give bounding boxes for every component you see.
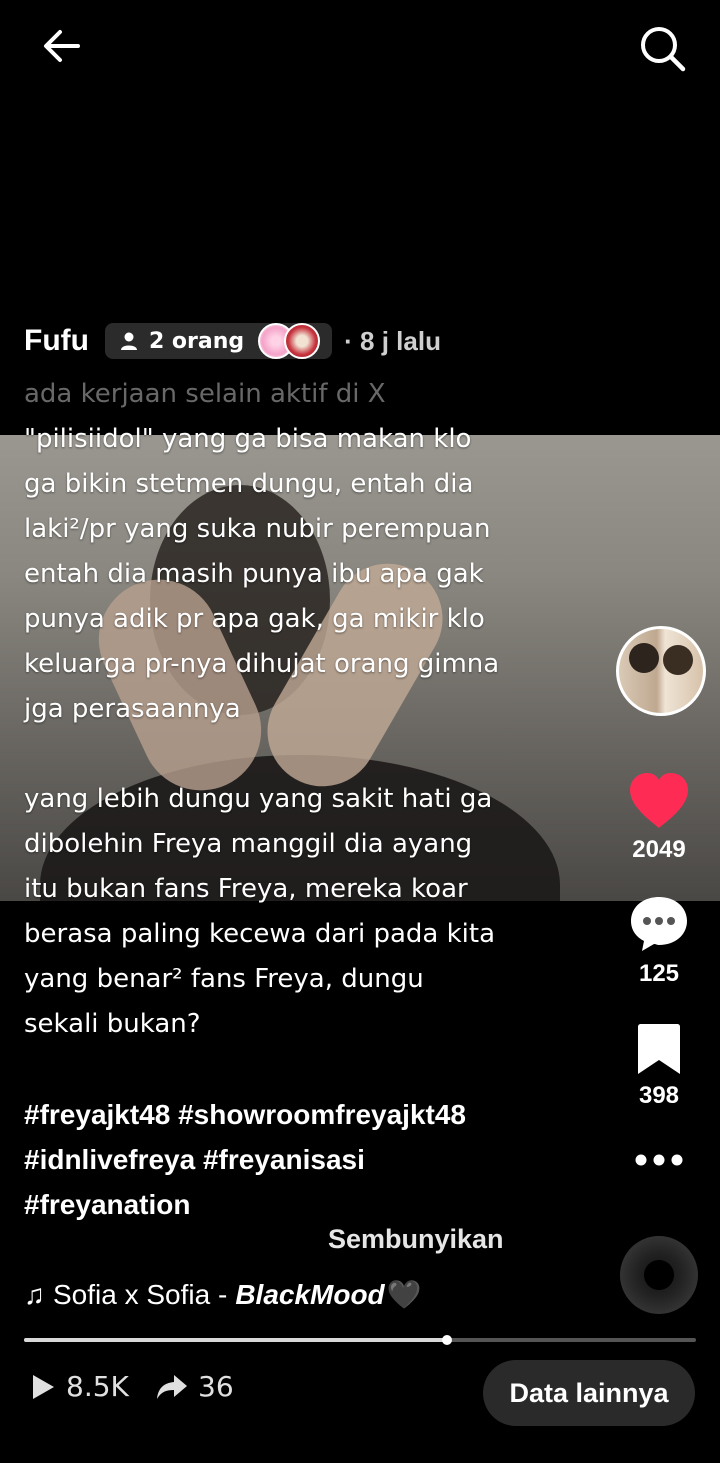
video-progress-bar[interactable]	[24, 1335, 696, 1345]
post-time: · 8 j lalu	[344, 325, 441, 356]
caption-line: "pilisiidol" yang ga bisa makan klo	[24, 424, 472, 454]
music-artist: Sofia x Sofia -	[53, 1278, 228, 1310]
caption-line: sekali bukan?	[24, 1009, 201, 1039]
comment-icon	[631, 897, 687, 951]
caption-line: ada kerjaan selain aktif di X	[24, 379, 386, 409]
music-note-icon: ♫	[24, 1278, 45, 1310]
more-data-button[interactable]: Data lainnya	[483, 1360, 695, 1426]
bottom-bar: 8.5K 36 Data lainnya	[0, 1360, 720, 1426]
collab-avatars	[258, 323, 321, 359]
comment-count: 125	[638, 960, 680, 987]
like-button[interactable]: 2049	[612, 772, 706, 864]
caption-line: laki²/pr yang suka nubir perempuan	[24, 514, 491, 544]
hashtag-line[interactable]: #freyajkt48 #showroomfreyajkt48	[24, 1092, 544, 1137]
caption-line: dibolehin Freya manggil dia ayang	[24, 829, 473, 859]
share-stat[interactable]: 36	[156, 1370, 234, 1403]
caption-line: entah dia masih punya ibu apa gak	[24, 559, 484, 589]
more-options-button[interactable]	[612, 1152, 706, 1171]
caption-line	[24, 1047, 544, 1092]
video-progress-handle[interactable]	[441, 1335, 452, 1345]
music-disc[interactable]	[620, 1236, 698, 1314]
author-name[interactable]: Fufu	[24, 324, 89, 358]
caption-line: yang lebih dungu yang sakit hati ga	[24, 784, 493, 814]
black-heart-icon: 🖤	[386, 1279, 422, 1310]
caption-line: jga perasaannya	[24, 694, 241, 724]
search-button[interactable]	[636, 22, 688, 74]
top-bar	[0, 0, 720, 90]
author-row: Fufu 2 orang · 8 j lalu	[24, 318, 441, 364]
caption-line: ga bikin stetmen dungu, entah dia	[24, 469, 474, 499]
avatar-face	[629, 643, 659, 673]
person-icon	[120, 332, 137, 350]
caption-line: keluarga pr-nya dihujat orang gimna	[24, 649, 500, 679]
caption-line	[24, 732, 544, 777]
caption-line: punya adik pr apa gak, ga mikir klo	[24, 604, 485, 634]
heart-icon	[630, 773, 688, 828]
creator-avatar[interactable]	[616, 626, 706, 716]
back-button[interactable]	[38, 22, 86, 70]
music-track: BlackMood	[235, 1278, 385, 1310]
avatar	[284, 323, 321, 359]
like-count: 2049	[632, 836, 686, 863]
comment-button[interactable]: 125	[612, 894, 706, 988]
music-disc-center	[644, 1260, 674, 1290]
avatar-face	[663, 645, 693, 675]
view-stat: 8.5K	[30, 1370, 129, 1403]
caption-line: yang benar² fans Freya, dungu	[24, 964, 424, 994]
hashtag-line[interactable]: #idnlivefreya #freyanisasi	[24, 1137, 544, 1182]
search-icon	[641, 27, 686, 72]
bookmark-icon	[638, 1024, 680, 1074]
caption-line: berasa paling kecewa dari pada kita	[24, 919, 496, 949]
video-progress-fill	[24, 1338, 447, 1342]
caption-line: itu bukan fans Freya, mereka koar	[24, 874, 468, 904]
hide-caption-button[interactable]: Sembunyikan	[328, 1224, 504, 1255]
share-icon	[157, 1374, 187, 1399]
view-count: 8.5K	[66, 1370, 129, 1403]
arrow-left-icon	[44, 30, 80, 62]
music-row[interactable]: ♫ Sofia x Sofia - BlackMood 🖤	[24, 1278, 422, 1311]
collab-label: 2 orang	[148, 328, 245, 354]
collab-badge[interactable]: 2 orang	[104, 323, 333, 359]
ellipsis-icon	[635, 1154, 683, 1166]
share-count: 36	[198, 1370, 234, 1403]
caption[interactable]: ada kerjaan selain aktif di X "pilisiido…	[24, 372, 544, 1227]
play-icon	[33, 1374, 54, 1399]
bookmark-count: 398	[638, 1082, 680, 1109]
hashtag-line[interactable]: #freyanation	[24, 1182, 544, 1227]
bookmark-button[interactable]: 398	[612, 1022, 706, 1110]
